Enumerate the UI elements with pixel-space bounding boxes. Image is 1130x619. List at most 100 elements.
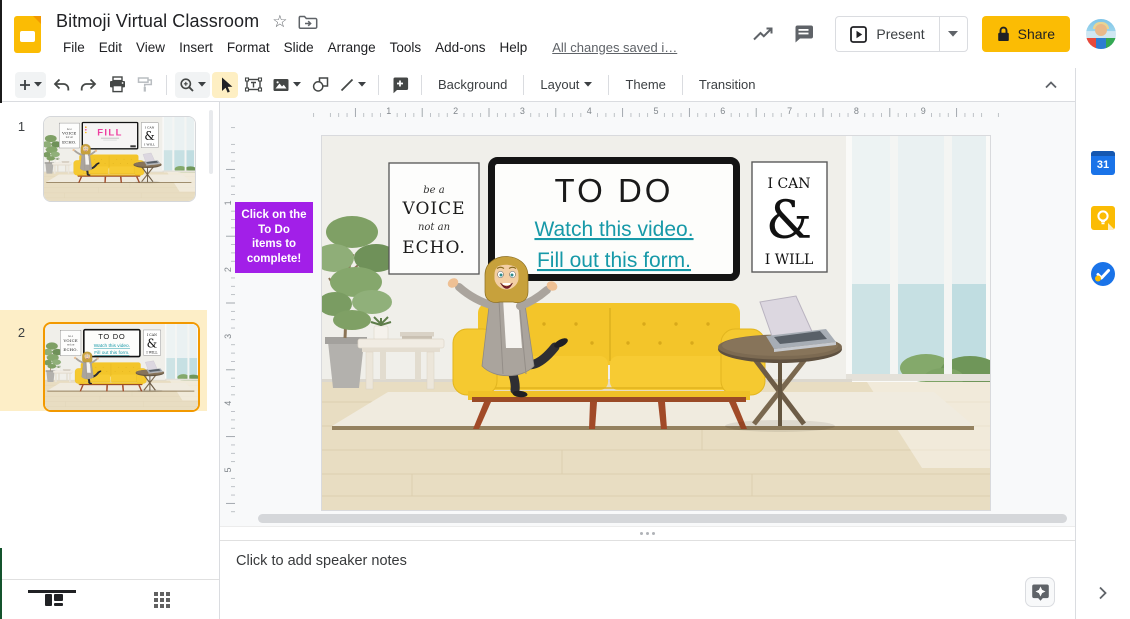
line-tool-button[interactable] xyxy=(335,72,370,98)
svg-text:not an: not an xyxy=(66,136,74,139)
menu-view[interactable]: View xyxy=(129,38,172,57)
menu-tools[interactable]: Tools xyxy=(383,38,429,57)
slide-editor-page[interactable]: be a VOICE not an ECHO. TO DO Watch this xyxy=(322,136,990,510)
svg-text:ECHO.: ECHO. xyxy=(62,139,76,144)
slide-scene[interactable]: be a VOICE not an ECHO. TO DO Watch this xyxy=(45,324,198,410)
svg-text:I WILL: I WILL xyxy=(144,143,156,147)
present-button[interactable]: Present xyxy=(836,17,938,51)
move-folder-icon[interactable] xyxy=(298,13,318,30)
chevron-down-icon xyxy=(584,82,593,87)
voice-echo-poster[interactable]: be a VOICE not an ECHO. xyxy=(58,122,80,149)
voice-echo-poster[interactable]: be a VOICE not an ECHO. xyxy=(60,330,82,356)
share-button[interactable]: Share xyxy=(981,16,1070,52)
filmstrip-view-button[interactable] xyxy=(0,589,108,608)
account-avatar[interactable] xyxy=(1086,19,1116,49)
paint-format-button[interactable] xyxy=(132,72,158,98)
slide-scene[interactable]: be a VOICE not an ECHO. TO DO Watch this xyxy=(322,136,990,510)
text-box-tool-button[interactable] xyxy=(240,72,266,98)
saved-status-link[interactable]: All changes saved i… xyxy=(552,40,677,55)
transition-button[interactable]: Transition xyxy=(690,73,765,96)
i-can-i-will-poster[interactable]: I CAN & I WILL xyxy=(143,329,161,356)
svg-text:be a: be a xyxy=(423,185,444,196)
svg-text:5: 5 xyxy=(653,106,658,116)
svg-text:TO DO: TO DO xyxy=(98,332,125,341)
star-icon[interactable]: ☆ xyxy=(272,13,287,30)
svg-text:VOICE: VOICE xyxy=(61,131,76,136)
fill-form-link: Fill out this form. xyxy=(537,249,691,272)
present-dropdown-button[interactable] xyxy=(938,17,967,51)
svg-text:&: & xyxy=(147,336,158,350)
watch-video-link: Watch this video. xyxy=(94,343,130,349)
activity-trending-icon[interactable] xyxy=(743,14,783,54)
calendar-icon[interactable]: 31 xyxy=(1091,151,1115,175)
select-tool-button[interactable] xyxy=(212,71,238,98)
svg-text:VOICE: VOICE xyxy=(401,199,465,219)
slide-scene[interactable]: be a VOICE not an ECHO. TO DO Watch this xyxy=(44,117,195,201)
slide-1-thumbnail[interactable]: be a VOICE not an ECHO. TO DO Watch this xyxy=(43,116,196,202)
print-button[interactable] xyxy=(104,72,130,98)
svg-text:3: 3 xyxy=(223,334,233,339)
undo-button[interactable] xyxy=(48,72,74,98)
theme-button[interactable]: Theme xyxy=(616,73,674,96)
i-can-i-will-poster[interactable]: I CAN & I WILL xyxy=(141,122,159,148)
explore-icon xyxy=(1031,584,1049,601)
slide-canvas[interactable]: 1 2 3 4 5 6 7 8 9 1 2 3 4 5 Click on the To Do items… xyxy=(220,102,1075,526)
menu-arrange[interactable]: Arrange xyxy=(321,38,383,57)
horizontal-scrollbar[interactable] xyxy=(258,514,1067,523)
insert-image-button[interactable] xyxy=(268,72,305,98)
tasks-icon[interactable] xyxy=(1091,262,1115,286)
toolbar: Background Layout Theme Transition xyxy=(0,68,1075,102)
svg-text:3: 3 xyxy=(520,106,525,116)
lock-icon xyxy=(997,26,1009,41)
menu-file[interactable]: File xyxy=(56,38,92,57)
explore-button[interactable] xyxy=(1025,577,1055,607)
shape-tool-button[interactable] xyxy=(307,72,333,98)
background-button[interactable]: Background xyxy=(429,73,516,96)
grid-view-icon xyxy=(154,591,170,608)
menu-addons[interactable]: Add-ons xyxy=(428,38,492,57)
speaker-notes-placeholder[interactable]: Click to add speaker notes xyxy=(236,553,407,569)
todo-board[interactable]: TO DO Watch this video. Fill out this fo… xyxy=(83,328,141,358)
active-view-indicator xyxy=(28,589,76,593)
side-panel-rail: 31 xyxy=(1075,68,1130,619)
svg-text:&: & xyxy=(144,129,154,143)
slides-logo-icon[interactable] xyxy=(14,16,41,53)
document-title[interactable]: Bitmoji Virtual Classroom xyxy=(56,11,259,32)
svg-text:FILL: FILL xyxy=(97,127,122,138)
slide-thumbnail-row-2: 2 be a VOICE not an ECHO. TO DO Watch th… xyxy=(0,322,207,412)
window xyxy=(165,324,198,382)
slide-2-thumbnail[interactable]: be a VOICE not an ECHO. TO DO Watch this xyxy=(43,322,200,412)
topbar: Bitmoji Virtual Classroom ☆ File Edit Vi… xyxy=(0,0,1130,68)
fill-board[interactable]: FILL xyxy=(81,121,139,150)
voice-echo-poster[interactable]: be a VOICE not an ECHO. xyxy=(388,162,480,275)
speaker-notes-panel[interactable]: Click to add speaker notes xyxy=(220,541,1075,619)
collapse-toolbar-button[interactable] xyxy=(1038,72,1064,98)
grid-view-button[interactable] xyxy=(108,591,216,608)
menu-edit[interactable]: Edit xyxy=(92,38,129,57)
new-slide-button[interactable] xyxy=(15,71,46,98)
offslide-purple-note[interactable]: Click on the To Do items to complete! xyxy=(235,202,313,273)
window-edge xyxy=(0,0,2,103)
keep-icon[interactable] xyxy=(1091,206,1115,230)
menu-insert[interactable]: Insert xyxy=(172,38,220,57)
todo-board[interactable]: TO DO Watch this video. Fill out this fo… xyxy=(488,157,740,281)
svg-text:TO DO: TO DO xyxy=(555,172,674,209)
view-switcher xyxy=(0,579,219,619)
comment-history-icon[interactable] xyxy=(783,14,823,54)
redo-button[interactable] xyxy=(76,72,102,98)
svg-text:4: 4 xyxy=(223,401,233,406)
zoom-button[interactable] xyxy=(175,71,210,98)
menu-help[interactable]: Help xyxy=(492,38,534,57)
svg-text:not an: not an xyxy=(67,344,75,347)
insert-comment-button[interactable] xyxy=(387,72,413,98)
notes-resize-handle[interactable] xyxy=(220,526,1075,541)
menu-format[interactable]: Format xyxy=(220,38,277,57)
menu-slide[interactable]: Slide xyxy=(277,38,321,57)
filmstrip-scrollbar[interactable] xyxy=(209,110,213,174)
expand-side-panel-button[interactable] xyxy=(1099,586,1108,605)
svg-text:6: 6 xyxy=(720,106,725,116)
i-can-i-will-poster[interactable]: I CAN & I WILL xyxy=(751,161,828,273)
slide-filmstrip: 1 be a VOICE not an ECHO. FILL I CAN & I… xyxy=(0,102,220,619)
layout-button[interactable]: Layout xyxy=(531,73,601,96)
svg-text:7: 7 xyxy=(787,106,792,116)
